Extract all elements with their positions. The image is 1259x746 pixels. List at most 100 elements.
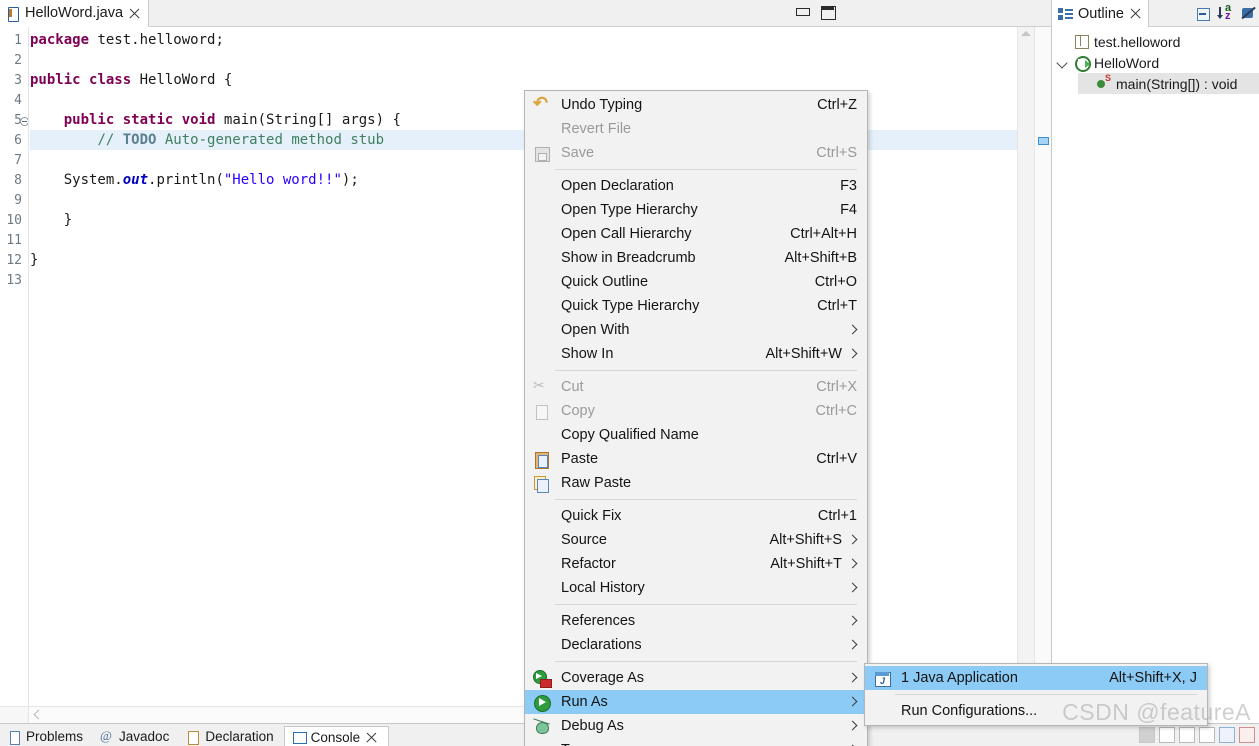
editor-context-menu[interactable]: Undo Typing Ctrl+Z Revert File Save Ctrl+S Op… <box>524 90 868 746</box>
menu-item-label: Debug As <box>561 718 624 734</box>
menu-separator <box>555 661 857 662</box>
menu-item-shortcut: Alt+Shift+T <box>770 556 842 572</box>
menu-item-undo-typing[interactable]: Undo Typing Ctrl+Z <box>525 93 867 117</box>
overview-marker[interactable] <box>1038 137 1049 145</box>
save-icon <box>533 145 550 162</box>
editor-overview-ruler[interactable] <box>1034 27 1051 706</box>
scroll-left-arrow-icon[interactable] <box>32 710 41 719</box>
menu-item-copy-qualified-name[interactable]: Copy Qualified Name <box>525 423 867 447</box>
outline-tree-item[interactable]: test.helloword <box>1056 31 1259 52</box>
remove-all-icon[interactable] <box>1179 727 1195 743</box>
menu-item-label: References <box>561 613 636 629</box>
terminate-icon[interactable] <box>1139 727 1155 743</box>
open-console-icon[interactable] <box>1199 727 1215 743</box>
menu-item-revert-file: Revert File <box>525 117 867 141</box>
menu-item-quick-outline[interactable]: Quick Outline Ctrl+O <box>525 270 867 294</box>
bottom-tab-close-icon[interactable] <box>365 731 378 744</box>
outline-tree[interactable]: test.helloword HelloWord main(String[]) : … <box>1052 28 1259 723</box>
menu-item-debug-as[interactable]: Debug As <box>525 714 867 738</box>
menu-item-label: Open Type Hierarchy <box>561 202 698 218</box>
maximize-icon[interactable] <box>820 4 836 20</box>
pin-console-icon[interactable] <box>1219 727 1235 743</box>
run-as-submenu[interactable]: J 1 Java Application Alt+Shift+X, J Run Con… <box>864 663 1208 726</box>
outline-tab[interactable]: Outline <box>1052 0 1149 27</box>
menu-item-show-in-breadcrumb[interactable]: Show in Breadcrumb Alt+Shift+B <box>525 246 867 270</box>
menu-item-label: Quick Fix <box>561 508 622 524</box>
menu-item-quick-fix[interactable]: Quick Fix Ctrl+1 <box>525 504 867 528</box>
bottom-tab-label: Javadoc <box>119 729 170 744</box>
menu-item-shortcut: Alt+Shift+X, J <box>1109 670 1197 686</box>
outline-item-label: test.helloword <box>1094 33 1181 50</box>
menu-item-team[interactable]: Team <box>525 738 867 746</box>
chevron-right-icon <box>848 582 857 594</box>
hide-fields-icon[interactable] <box>1240 5 1256 21</box>
menu-item-coverage-as[interactable]: Coverage As <box>525 666 867 690</box>
outline-item-label: main(String[]) : void <box>1116 75 1238 92</box>
chevron-down-icon[interactable] <box>1056 56 1069 69</box>
menu-item-label: Show in Breadcrumb <box>561 250 696 266</box>
sort-alphabetical-icon[interactable] <box>1217 2 1233 22</box>
menu-item-shortcut: Ctrl+Z <box>817 97 857 113</box>
editor-vertical-scrollbar[interactable] <box>1017 27 1034 706</box>
code-line[interactable]: public class HelloWord { <box>30 70 1051 90</box>
outline-tree-item[interactable]: HelloWord <box>1056 52 1259 73</box>
code-line[interactable] <box>30 50 1051 70</box>
menu-item-label: Cut <box>561 379 584 395</box>
raw-paste-icon <box>533 475 550 493</box>
menu-item-open-call-hierarchy[interactable]: Open Call Hierarchy Ctrl+Alt+H <box>525 222 867 246</box>
line-number: 9 <box>14 193 22 208</box>
line-number: 13 <box>6 273 22 288</box>
menu-item-open-declaration[interactable]: Open Declaration F3 <box>525 174 867 198</box>
clear-console-icon[interactable] <box>1239 727 1255 743</box>
bottom-tab-problems[interactable]: Problems <box>0 726 93 746</box>
line-number: 2 <box>14 53 22 68</box>
menu-item-1-java-application[interactable]: J 1 Java Application Alt+Shift+X, J <box>865 666 1207 690</box>
menu-item-source[interactable]: Source Alt+Shift+S <box>525 528 867 552</box>
declaration-icon <box>186 730 200 745</box>
menu-item-references[interactable]: References <box>525 609 867 633</box>
menu-item-run-as[interactable]: Run As <box>525 690 867 714</box>
code-line[interactable]: package test.helloword; <box>30 30 1051 50</box>
outline-close-icon[interactable] <box>1129 7 1142 20</box>
chevron-right-icon <box>848 348 857 360</box>
menu-item-local-history[interactable]: Local History <box>525 576 867 600</box>
menu-separator <box>895 694 1197 695</box>
editor-tab-helloword-java[interactable]: HelloWord.java <box>0 0 150 27</box>
menu-item-declarations[interactable]: Declarations <box>525 633 867 657</box>
undo-icon <box>533 93 550 114</box>
outline-tab-label: Outline <box>1078 5 1124 22</box>
menu-item-shortcut: Ctrl+C <box>815 403 858 419</box>
outline-item-label: HelloWord <box>1094 54 1160 71</box>
outline-view: Outline test.helloword HelloWord main(Stri… <box>1051 0 1259 723</box>
menu-item-shortcut: Ctrl+Alt+H <box>790 226 857 242</box>
menu-item-shortcut: Alt+Shift+S <box>769 532 842 548</box>
menu-item-refactor[interactable]: Refactor Alt+Shift+T <box>525 552 867 576</box>
menu-item-show-in[interactable]: Show In Alt+Shift+W <box>525 342 867 366</box>
menu-item-open-with[interactable]: Open With <box>525 318 867 342</box>
menu-item-paste[interactable]: Paste Ctrl+V <box>525 447 867 471</box>
remove-icon[interactable] <box>1159 727 1175 743</box>
bottom-tab-console[interactable]: Console <box>283 726 390 746</box>
package-icon <box>1074 34 1089 49</box>
chevron-right-icon <box>848 534 857 546</box>
menu-item-label: Raw Paste <box>561 475 632 491</box>
menu-item-run-configurations[interactable]: Run Configurations... <box>865 699 1207 723</box>
menu-item-raw-paste[interactable]: Raw Paste <box>525 471 867 495</box>
scroll-up-arrow-icon[interactable] <box>1021 31 1031 36</box>
bottom-tab-declaration[interactable]: Declaration <box>179 726 283 746</box>
bottom-tab-javadoc[interactable]: Javadoc <box>93 726 179 746</box>
chevron-right-icon <box>848 558 857 570</box>
outline-tab-bar: Outline <box>1052 0 1259 27</box>
line-number: 10 <box>6 213 22 228</box>
editor-tab-close-icon[interactable] <box>128 7 141 20</box>
menu-item-label: Revert File <box>561 121 632 137</box>
menu-item-open-type-hierarchy[interactable]: Open Type Hierarchy F4 <box>525 198 867 222</box>
menu-item-shortcut: F4 <box>840 202 857 218</box>
console-icon <box>292 730 307 744</box>
minimize-icon[interactable] <box>795 4 810 19</box>
menu-item-quick-type-hierarchy[interactable]: Quick Type Hierarchy Ctrl+T <box>525 294 867 318</box>
collapse-all-icon[interactable] <box>1194 5 1210 21</box>
class-icon <box>1074 55 1091 72</box>
outline-tree-item[interactable]: main(String[]) : void <box>1078 73 1259 94</box>
